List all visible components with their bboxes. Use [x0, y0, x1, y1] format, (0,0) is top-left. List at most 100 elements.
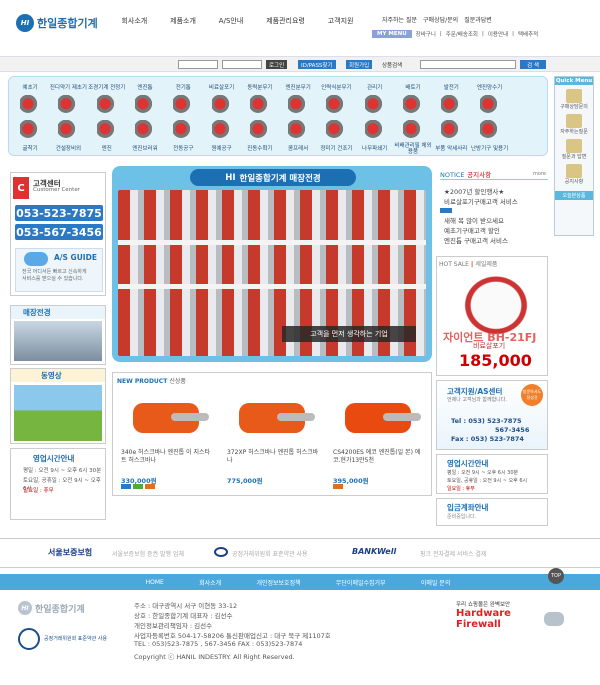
category-item[interactable]: 정미기 건조기 — [317, 119, 355, 155]
category-item[interactable]: 배토기 — [394, 81, 432, 117]
nav-care[interactable]: 제품관리요령 — [266, 16, 305, 30]
category-item[interactable]: 엔진분무기 — [279, 81, 317, 117]
hot-sale-box[interactable]: HOT SALE | 세일제품 자이언트 BH-21FJ 비료살포기 185,0… — [436, 256, 548, 376]
category-item[interactable]: 원예공구 — [202, 119, 240, 155]
business-hours-title: 영업시간안내 — [447, 459, 489, 468]
partner-bankwell[interactable]: BANKWell — [352, 547, 396, 556]
video-title: 동영상 — [11, 369, 105, 382]
category-item[interactable]: 인력식분무기 — [317, 81, 355, 117]
category-item[interactable]: 조경기계 전정기 — [88, 81, 126, 117]
link-consult[interactable]: 구매상담/문의 — [423, 15, 458, 25]
my-menu-cart[interactable]: 장바구니 — [416, 30, 436, 38]
category-item[interactable]: 전동공구 — [164, 119, 202, 155]
hours-weekday: 평일 : 오전 9시 ~ 오후 6시 30분 — [23, 468, 102, 474]
hot-sale-price: 185,000 — [459, 351, 532, 370]
password-input[interactable] — [222, 60, 262, 69]
category-item[interactable]: 콤프레서 — [279, 119, 317, 155]
as-guide[interactable]: A/S GUIDE 전국 어디서든 빠르고 신속하게 서비스를 받으실 수 있습니… — [15, 248, 103, 292]
hours-sunday: 일요일 : 휴무 — [23, 488, 54, 494]
category-label: 전동공구 — [173, 145, 194, 152]
product-card[interactable]: CS4200ES 에코 엔진톱(일 본) 에코.현가13만5천 395,000원 — [329, 387, 429, 493]
product-icon — [288, 120, 309, 142]
footer-privacy[interactable]: 개인정보보호정책 — [256, 578, 300, 587]
footer-logo: HI 한일종합기계 — [18, 601, 85, 615]
category-label: 발전기 — [443, 84, 459, 91]
quick-faq[interactable]: 자주하는질문 — [555, 114, 593, 135]
main-banner[interactable]: HI 한일종합기계 매장전경 고객을 먼저 생각하는 기업 — [112, 166, 432, 362]
quick-consult[interactable]: 구매상담문의 — [555, 89, 593, 110]
product-card[interactable]: 340e 허스크바나 엔진톱 이 지스타트 허스크바나 330,000원 — [117, 387, 217, 493]
category-item[interactable]: 비배관리필 체외용품 — [394, 119, 432, 155]
category-item[interactable]: 엔진톱 — [126, 81, 164, 117]
partner-seoul-guarantee[interactable]: 서울보증보험 — [48, 547, 92, 558]
category-label: 건설장비외 — [55, 145, 82, 152]
logo-text: 한일종합기계 — [37, 17, 98, 30]
category-label: 나무파쇄기 — [362, 145, 388, 152]
notice-item[interactable]: ★2007년 할인행사★ — [444, 186, 504, 196]
my-menu-guide[interactable]: 이용안내 — [488, 30, 508, 38]
category-item[interactable]: 관리기 — [356, 81, 394, 117]
category-item[interactable]: 발전기 — [432, 81, 470, 117]
footer-copyright: Copyright ⓒ HANIL INDESTRY. All Right Re… — [134, 653, 295, 661]
category-item[interactable]: 나무파쇄기 — [356, 119, 394, 155]
nav-support[interactable]: 고객지원 — [328, 16, 354, 30]
my-menu-tracking[interactable]: 택배추적 — [518, 30, 538, 38]
category-item[interactable]: 건설장비외 — [49, 119, 87, 155]
quick-qna[interactable]: 질문과 답변 — [555, 139, 593, 160]
category-item[interactable]: 엔진 — [88, 119, 126, 155]
link-faq[interactable]: 자주하는 질문 — [382, 15, 417, 25]
footer-company: 상호 : 한일종합기계 대표자 : 김선수 — [134, 612, 233, 620]
notice-item[interactable]: 예초기구매고객 할인 — [444, 225, 500, 235]
footer-registration: 사업자등록번호 504-17-58206 통신판매업신고 : 대구 북구 제11… — [134, 632, 331, 640]
top-button[interactable]: TOP — [548, 568, 564, 584]
category-item[interactable]: 엔진브러워 — [126, 119, 164, 155]
category-item[interactable]: 예초기 — [11, 81, 49, 117]
nav-as[interactable]: A/S안내 — [219, 16, 243, 30]
quick-notice[interactable]: 공지사항 — [555, 164, 593, 185]
find-idpass-button[interactable]: ID/PASS찾기 — [298, 60, 336, 69]
category-item[interactable]: 난방기구 및용기 — [470, 119, 508, 155]
notice-more[interactable]: more — [533, 171, 546, 177]
as-center-box[interactable]: 고객지원/AS센터 언제나 고객님과 함께합니다. 방문하셔도 정성것 Tel … — [436, 380, 548, 450]
as-tel: Tel : 053) 523-7875 — [451, 417, 522, 425]
recent-products[interactable]: 오늘본상품 — [555, 191, 593, 200]
id-input[interactable] — [178, 60, 218, 69]
product-icon — [441, 120, 462, 142]
nav-company[interactable]: 회사소개 — [121, 16, 147, 30]
notice-item[interactable]: 비료살포기구매고객 서비스 — [444, 196, 518, 206]
product-icon — [402, 120, 423, 142]
category-label: 엔진톱 — [137, 84, 153, 91]
business-hours-box: 영업시간안내 평일 : 오전 9시 ~ 오후 6시 30분 토요일, 공휴일 :… — [436, 454, 548, 494]
category-label: 전기톱 — [175, 84, 191, 91]
product-icon — [96, 120, 117, 142]
category-item[interactable]: 비료살포기 — [202, 81, 240, 117]
category-item[interactable]: 굴착기 — [11, 119, 49, 155]
my-menu-orders[interactable]: 주문/배송조회 — [446, 30, 478, 38]
category-item[interactable]: 동력분무기 — [241, 81, 279, 117]
quick-menu-header: Quick Menu — [555, 77, 593, 85]
chainsaw-image — [333, 395, 423, 445]
footer-home[interactable]: HOME — [146, 579, 164, 586]
search-button[interactable]: 검 색 — [520, 60, 546, 69]
product-icon — [96, 95, 117, 117]
category-item[interactable]: 전기톱 — [164, 81, 202, 117]
search-input[interactable] — [420, 60, 516, 69]
link-qna[interactable]: 질문과답변 — [464, 15, 492, 25]
login-button[interactable]: 로그인 — [266, 60, 288, 69]
footer-email[interactable]: 이메일 문의 — [421, 578, 451, 587]
notice-item[interactable]: 새해 복 많이 받으세요 — [444, 215, 504, 225]
site-logo[interactable]: HI 한일종합기계 — [16, 14, 112, 32]
notice-item[interactable]: 엔진톱 구매고객 서비스 — [444, 235, 508, 245]
visit-badge: 방문하셔도 정성것 — [521, 384, 543, 406]
nav-products[interactable]: 제품소개 — [170, 16, 196, 30]
shop-view-box[interactable]: 매장전경 — [10, 305, 106, 365]
category-item[interactable]: 엔진양수기 — [470, 81, 508, 117]
footer-no-email[interactable]: 무단이메일수집거부 — [336, 578, 386, 587]
category-item[interactable]: 부품 악세사리 — [432, 119, 470, 155]
footer-company[interactable]: 회사소개 — [199, 578, 221, 587]
product-card[interactable]: 372XP 허스크바나 엔진톱 허스크바나 775,000원 — [223, 387, 323, 493]
join-button[interactable]: 회원가입 — [346, 60, 373, 69]
category-item[interactable]: 진동수확기 — [241, 119, 279, 155]
video-box[interactable]: 동영상 — [10, 368, 106, 444]
category-item[interactable]: 진디약기 제초기 — [49, 81, 87, 117]
